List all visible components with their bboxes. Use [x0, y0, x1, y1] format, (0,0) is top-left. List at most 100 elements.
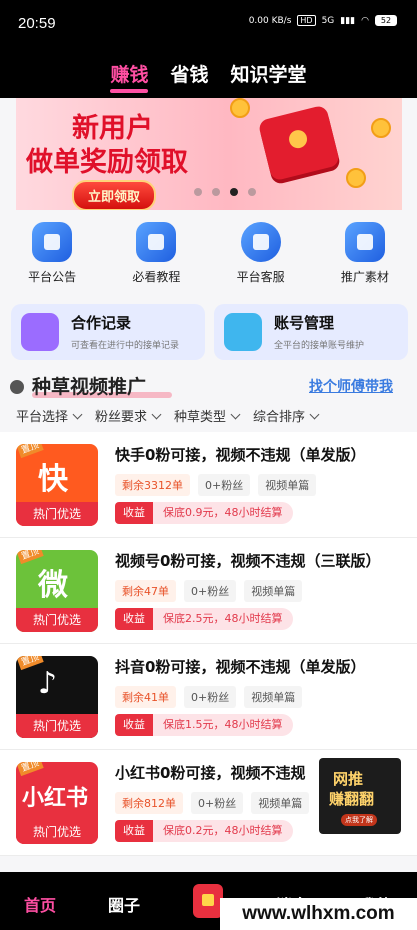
status-time: 20:59 [18, 15, 56, 32]
section-title: 种草视频推广 [32, 376, 147, 398]
xiaohongshu-logo-icon: 置顶 小红书 热门优选 [16, 762, 98, 844]
page-dot[interactable] [194, 188, 202, 196]
remaining-tag: 剩余3312单 [115, 474, 190, 496]
coin-icon [346, 168, 366, 188]
find-mentor-link[interactable]: 找个师傅带我 [309, 376, 393, 396]
battery-icon: 52 [375, 15, 397, 26]
tutorial-icon [136, 222, 177, 262]
hd-badge: HD [297, 15, 316, 26]
promo-material-icon [344, 222, 385, 262]
coin-icon [230, 98, 250, 118]
filter-sort[interactable]: 综合排序 [253, 406, 320, 430]
promo-banner[interactable]: 新用户 做单奖励领取 立即领取 [16, 98, 402, 210]
income-value: 保底0.9元，48小时结算 [153, 502, 293, 524]
fans-tag: 0+粉丝 [184, 580, 237, 602]
remaining-tag: 剩余41单 [115, 686, 176, 708]
card-subtitle: 可查看在进行中的接单记录 [71, 341, 180, 351]
quick-link-announcement[interactable]: 平台公告 [7, 218, 97, 298]
network-speed: 0.00 KB/s [248, 15, 292, 26]
ad-line-1: 网推 [333, 770, 364, 788]
chevron-down-icon [230, 409, 241, 420]
customer-service-icon [240, 222, 281, 262]
task-tags: 剩余812单 0+粉丝 视频单篇 [115, 792, 310, 814]
quick-link-label: 必看教程 [132, 270, 181, 284]
chevron-down-icon [72, 409, 83, 420]
top-tabs: 赚钱 省钱 知识学堂 [0, 48, 417, 98]
nav-home[interactable]: 首页 [24, 892, 56, 916]
hot-pick-label: 热门优选 [16, 502, 98, 526]
remaining-tag: 剩余47单 [115, 580, 176, 602]
card-subtitle: 全平台的接单账号维护 [274, 341, 365, 351]
logo-glyph: ♪ [38, 666, 58, 701]
income-info: 收益 保底2.5元，48小时结算 [115, 608, 293, 630]
bullet-icon [10, 380, 24, 394]
hot-pick-label: 热门优选 [16, 608, 98, 632]
account-management-card[interactable]: 账号管理 全平台的接单账号维护 [214, 304, 408, 360]
logo-glyph: 快 [38, 462, 68, 497]
task-title: 快手0粉可接，视频不违规（单发版） [115, 446, 366, 464]
kuaishou-logo-icon: 置顶 快 热门优选 [16, 444, 98, 526]
floating-ad[interactable]: 网推 赚翻翻 点我了解 [319, 758, 401, 834]
fans-tag: 0+粉丝 [191, 792, 244, 814]
type-tag: 视频单篇 [251, 792, 310, 814]
status-icons: 0.00 KB/s HD 5G ▮▮▮ ◠ 52 [249, 15, 397, 26]
logo-glyph: 小红书 [22, 786, 89, 811]
task-title: 小红书0粉可接，视频不违规 [115, 764, 306, 782]
page-dot[interactable] [212, 188, 220, 196]
filter-label: 粉丝要求 [95, 410, 148, 425]
task-tags: 剩余3312单 0+粉丝 视频单篇 [115, 474, 317, 496]
chevron-down-icon [309, 409, 320, 420]
task-title: 视频号0粉可接，视频不违规（三联版） [115, 552, 381, 570]
fans-tag: 0+粉丝 [198, 474, 251, 496]
announcement-icon [32, 222, 73, 262]
signal-icon: ▮▮▮ [340, 15, 356, 26]
income-value: 保底1.5元，48小时结算 [153, 714, 293, 736]
quick-links: 平台公告 必看教程 平台客服 推广素材 [0, 218, 417, 298]
coin-icon [371, 118, 391, 138]
pinned-tag: 置顶 [16, 762, 44, 777]
filter-label: 平台选择 [16, 410, 69, 425]
fans-tag: 0+粉丝 [184, 686, 237, 708]
filter-label: 综合排序 [253, 410, 306, 425]
task-item-wechat-channels[interactable]: 置顶 微 热门优选 视频号0粉可接，视频不违规（三联版） 剩余47单 0+粉丝 … [0, 538, 417, 644]
filter-label: 种草类型 [174, 410, 227, 425]
task-item-kuaishou[interactable]: 置顶 快 热门优选 快手0粉可接，视频不违规（单发版） 剩余3312单 0+粉丝… [0, 432, 417, 538]
quick-link-customer-service[interactable]: 平台客服 [216, 218, 306, 298]
red-envelope-icon [257, 104, 341, 182]
banner-claim-button[interactable]: 立即领取 [72, 180, 157, 210]
ad-learn-more-button[interactable]: 点我了解 [341, 814, 377, 826]
hot-pick-label: 热门优选 [16, 820, 98, 844]
task-tags: 剩余47单 0+粉丝 视频单篇 [115, 580, 303, 602]
douyin-logo-icon: 置顶 ♪ 热门优选 [16, 656, 98, 738]
filter-fans[interactable]: 粉丝要求 [95, 406, 162, 430]
income-label: 收益 [115, 502, 153, 524]
type-tag: 视频单篇 [244, 580, 303, 602]
center-action-icon[interactable] [193, 884, 223, 918]
tab-save[interactable]: 省钱 [170, 60, 208, 87]
income-label: 收益 [115, 608, 153, 630]
ad-line-2: 赚翻翻 [329, 790, 375, 808]
filter-platform[interactable]: 平台选择 [16, 406, 83, 430]
income-info: 收益 保底0.9元，48小时结算 [115, 502, 293, 524]
banner-pagination[interactable] [194, 188, 256, 196]
document-icon [21, 313, 59, 351]
quick-link-label: 推广素材 [340, 270, 389, 284]
income-info: 收益 保底0.2元，48小时结算 [115, 820, 293, 842]
quick-link-promo-material[interactable]: 推广素材 [320, 218, 410, 298]
network-type: 5G [321, 15, 335, 26]
tab-knowledge[interactable]: 知识学堂 [231, 60, 307, 87]
filter-type[interactable]: 种草类型 [174, 406, 241, 430]
nav-circle[interactable]: 圈子 [108, 892, 140, 916]
watermark: www.wlhxm.com [220, 898, 417, 930]
income-info: 收益 保底1.5元，48小时结算 [115, 714, 293, 736]
hot-pick-label: 热门优选 [16, 714, 98, 738]
tab-earn[interactable]: 赚钱 [110, 60, 149, 93]
quick-link-tutorial[interactable]: 必看教程 [111, 218, 201, 298]
income-value: 保底0.2元，48小时结算 [153, 820, 293, 842]
page-dot[interactable] [248, 188, 256, 196]
task-item-douyin[interactable]: 置顶 ♪ 热门优选 抖音0粉可接，视频不违规（单发版） 剩余41单 0+粉丝 视… [0, 644, 417, 750]
cooperation-record-card[interactable]: 合作记录 可查看在进行中的接单记录 [11, 304, 205, 360]
income-value: 保底2.5元，48小时结算 [153, 608, 293, 630]
page-dot-active[interactable] [230, 188, 238, 196]
section-header: 种草视频推广 找个师傅带我 [0, 370, 417, 404]
